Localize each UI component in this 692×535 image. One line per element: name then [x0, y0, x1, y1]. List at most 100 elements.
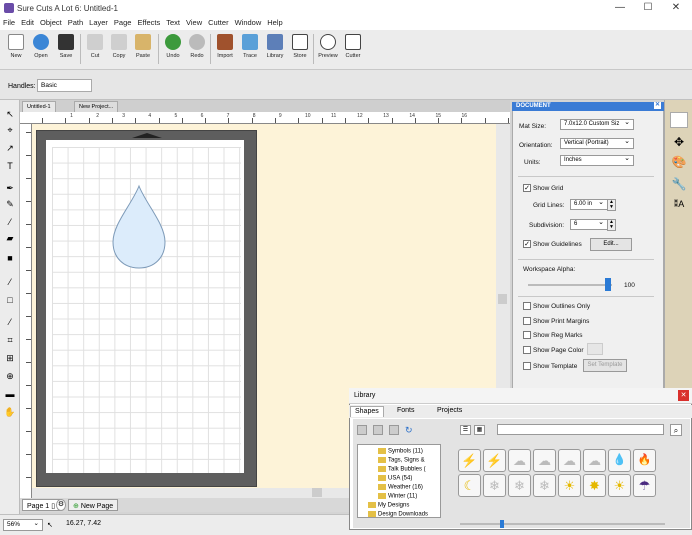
store-button[interactable]: Store	[287, 32, 313, 68]
undo-button[interactable]: Undo	[160, 32, 186, 68]
shape-sun-2[interactable]: ☀	[608, 474, 631, 497]
menu-edit[interactable]: Edit	[18, 16, 37, 27]
shape-snowflake-1[interactable]: ❄	[483, 474, 506, 497]
shape-flame[interactable]: 🔥	[633, 449, 656, 472]
cutter-button[interactable]: Cutter	[340, 32, 366, 68]
import-icon[interactable]	[389, 425, 399, 435]
preview-button[interactable]: Preview	[315, 32, 341, 68]
thumbnail-size-slider[interactable]	[460, 523, 665, 525]
menu-cutter[interactable]: Cutter	[205, 16, 231, 27]
library-close-icon[interactable]: ✕	[678, 390, 689, 401]
show-reg-marks-checkbox[interactable]	[523, 331, 531, 339]
weld-icon[interactable]: ⊞	[4, 352, 16, 364]
grid-lines-stepper[interactable]: ▲ ▼	[607, 199, 616, 211]
trace-button[interactable]: Trace	[237, 32, 263, 68]
units-select[interactable]: Inches	[560, 154, 634, 166]
shape-cloud-3[interactable]: ☁	[558, 449, 581, 472]
shape-cloud-1[interactable]: ☁	[508, 449, 531, 472]
tree-item-weather[interactable]: Weather (16)	[378, 484, 423, 491]
library-search-input[interactable]	[497, 424, 664, 435]
tree-item-design-downloads[interactable]: Design Downloads	[368, 511, 428, 518]
show-page-color-checkbox[interactable]	[523, 346, 531, 354]
import-button[interactable]: Import	[212, 32, 238, 68]
tab-untitled-1[interactable]: Untitled-1	[22, 101, 56, 112]
show-template-checkbox[interactable]	[523, 362, 531, 370]
page-1-tab[interactable]: Page 1 ▯	[22, 499, 61, 511]
set-template-button[interactable]: Set Template	[583, 359, 627, 372]
menu-help[interactable]: Help	[264, 16, 285, 27]
knife-icon[interactable]: ⁄	[4, 276, 16, 288]
new-page-button[interactable]: ⊕ New Page	[68, 499, 119, 511]
cut-button[interactable]: Cut	[82, 32, 108, 68]
show-grid-checkbox[interactable]: ✓	[523, 184, 531, 192]
shape-crescent-moon[interactable]: ☾	[458, 474, 481, 497]
close-button[interactable]: ✕	[662, 1, 690, 15]
mat-size-select[interactable]: 7.0x12.0 Custom Siz	[560, 118, 634, 130]
pen-tool-icon[interactable]: ✒	[4, 182, 16, 194]
measure-icon[interactable]: ▬	[4, 388, 16, 400]
hand-pan-icon[interactable]: ✋	[4, 406, 16, 418]
wrench-icon[interactable]: 🔧	[670, 176, 688, 192]
orientation-select[interactable]: Vertical (Portrait)	[560, 137, 634, 149]
shape-snowflake-3[interactable]: ❄	[533, 474, 556, 497]
show-outlines-only-checkbox[interactable]	[523, 302, 531, 310]
document-icon[interactable]	[670, 112, 688, 128]
tree-item-talk-bubbles[interactable]: Talk Bubbles (	[378, 466, 426, 473]
workspace-alpha-slider-track[interactable]	[528, 284, 612, 286]
paste-button[interactable]: Paste	[130, 32, 156, 68]
shape-sunburst[interactable]: ✸	[583, 474, 606, 497]
shape-sun-1[interactable]: ☀	[558, 474, 581, 497]
node-edit-icon[interactable]: ⌖	[4, 124, 16, 136]
handles-select[interactable]: Basic	[37, 79, 92, 92]
panel-close-icon[interactable]: ✕	[654, 102, 661, 109]
shape-cloud-4[interactable]: ☁	[583, 449, 606, 472]
new-button[interactable]: New	[3, 32, 29, 68]
copy-button[interactable]: Copy	[106, 32, 132, 68]
tab-new-project[interactable]: New Project...	[74, 101, 119, 112]
shape-lightning-2[interactable]: ⚡	[483, 449, 506, 472]
tab-shapes[interactable]: Shapes	[350, 406, 384, 417]
page-color-swatch[interactable]	[587, 343, 603, 355]
workspace-alpha-slider-thumb[interactable]	[605, 278, 611, 291]
text-tool-icon[interactable]: T	[4, 160, 16, 172]
shape-umbrella[interactable]: ☂	[633, 474, 656, 497]
page-settings-icon[interactable]: ⚙	[56, 499, 66, 511]
tree-item-my-designs[interactable]: My Designs	[368, 502, 409, 509]
subdivision-stepper[interactable]: ▲ ▼	[607, 219, 616, 231]
tab-projects[interactable]: Projects	[433, 406, 466, 417]
trash-icon[interactable]	[373, 425, 383, 435]
move-arrows-icon[interactable]: ✥	[670, 134, 688, 150]
new-folder-icon[interactable]	[357, 425, 367, 435]
color-palette-icon[interactable]: 🎨	[670, 154, 688, 170]
menu-effects[interactable]: Effects	[134, 16, 163, 27]
eraser-icon[interactable]: ▰	[4, 232, 16, 244]
shape-raindrop[interactable]: 💧	[608, 449, 631, 472]
scroll-thumb[interactable]	[312, 488, 322, 497]
menu-window[interactable]: Window	[232, 16, 265, 27]
eyedropper-icon[interactable]: ⁄	[4, 316, 16, 328]
refresh-icon[interactable]: ↻	[405, 425, 415, 435]
search-icon[interactable]: ⌕	[670, 424, 682, 436]
select-arrow-icon[interactable]: ↖	[4, 108, 16, 120]
rectangle-tool-icon[interactable]: ■	[4, 252, 16, 264]
shape-lightning-1[interactable]: ⚡	[458, 449, 481, 472]
maximize-button[interactable]: ☐	[634, 1, 662, 15]
shape-icon[interactable]: □	[4, 294, 16, 306]
grid-view-icon[interactable]: ▦	[474, 425, 485, 435]
menu-layer[interactable]: Layer	[86, 16, 111, 27]
menu-object[interactable]: Object	[37, 16, 65, 27]
list-view-icon[interactable]: ☰	[460, 425, 471, 435]
tree-item-tags-signs[interactable]: Tags, Signs &	[378, 457, 425, 464]
scroll-thumb[interactable]	[498, 294, 507, 304]
crop-icon[interactable]: ⌗	[4, 334, 16, 346]
library-button[interactable]: Library	[262, 32, 288, 68]
pencil-icon[interactable]: ✎	[4, 198, 16, 210]
brush-icon[interactable]: ⁄	[4, 216, 16, 228]
redo-button[interactable]: Redo	[184, 32, 210, 68]
menu-file[interactable]: File	[0, 16, 18, 27]
tree-item-winter[interactable]: Winter (11)	[378, 493, 417, 500]
subdivision-input[interactable]: 6	[570, 218, 608, 230]
grid-lines-input[interactable]: 6.00 in	[570, 198, 608, 210]
minimize-button[interactable]: —	[606, 1, 634, 15]
zoom-select[interactable]: 56% ⌄	[3, 519, 43, 531]
